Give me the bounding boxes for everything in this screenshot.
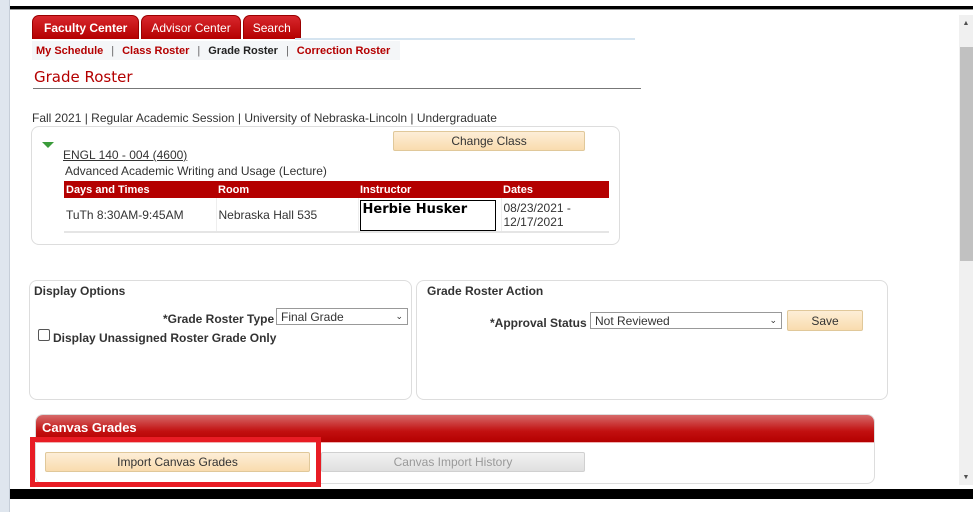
collapse-triangle-icon[interactable] bbox=[42, 142, 54, 148]
subnav-separator: | bbox=[285, 44, 289, 57]
scroll-up-arrow-icon[interactable]: ▲ bbox=[959, 15, 973, 31]
page-title: Grade Roster bbox=[34, 68, 133, 86]
approval-status-label: *Approval Status bbox=[490, 316, 587, 330]
room-cell: Nebraska Hall 535 bbox=[215, 198, 358, 233]
instructor-cell: Herbie Husker bbox=[357, 198, 501, 233]
chevron-down-icon: ⌄ bbox=[769, 315, 777, 325]
tab-underline bbox=[295, 38, 635, 40]
annotation-highlight-box bbox=[30, 437, 321, 487]
scroll-down-arrow-icon[interactable]: ▼ bbox=[959, 469, 973, 485]
bottom-border bbox=[10, 489, 973, 499]
instructor-name: Herbie Husker bbox=[359, 200, 496, 231]
roster-type-label: *Grade Roster Type bbox=[163, 312, 275, 326]
grade-roster-action-panel: Grade Roster Action *Approval Status Not… bbox=[416, 280, 888, 400]
unassigned-only-label: Display Unassigned Roster Grade Only bbox=[53, 331, 277, 345]
panel-title: Grade Roster Action bbox=[427, 284, 544, 298]
term-info: Fall 2021 | Regular Academic Session | U… bbox=[32, 111, 497, 125]
save-button[interactable]: Save bbox=[787, 310, 863, 331]
column-header: Days and Times bbox=[64, 181, 216, 198]
chevron-down-icon: ⌄ bbox=[395, 311, 403, 321]
meeting-table: Days and Times Room Instructor Dates TuT… bbox=[64, 181, 609, 233]
subnav-correction-roster[interactable]: Correction Roster bbox=[297, 45, 391, 57]
tab-faculty-center[interactable]: Faculty Center bbox=[32, 15, 140, 39]
top-border-shadow bbox=[10, 9, 973, 10]
sub-navigation: My Schedule | Class Roster | Grade Roste… bbox=[32, 41, 400, 60]
approval-status-select[interactable]: Not Reviewed ⌄ bbox=[590, 312, 782, 329]
vertical-scrollbar[interactable]: ▲ ▼ bbox=[959, 15, 973, 485]
change-class-button[interactable]: Change Class bbox=[393, 131, 585, 151]
display-options-panel: Display Options *Grade Roster Type Final… bbox=[29, 280, 412, 400]
subnav-my-schedule[interactable]: My Schedule bbox=[36, 45, 103, 57]
canvas-import-history-button[interactable]: Canvas Import History bbox=[321, 452, 585, 472]
scrollbar-thumb[interactable] bbox=[960, 47, 973, 261]
table-row: TuTh 8:30AM-9:45AM Nebraska Hall 535 Her… bbox=[64, 198, 609, 233]
unassigned-only-checkbox[interactable] bbox=[38, 329, 50, 341]
subnav-separator: | bbox=[111, 44, 115, 57]
selected-value: Final Grade bbox=[281, 309, 344, 324]
column-header: Dates bbox=[501, 181, 609, 198]
class-info-box: ENGL 140 - 004 (4600) Advanced Academic … bbox=[31, 126, 620, 245]
subnav-class-roster[interactable]: Class Roster bbox=[122, 45, 189, 57]
panel-title: Display Options bbox=[34, 284, 126, 298]
course-link[interactable]: ENGL 140 - 004 (4600) bbox=[63, 148, 187, 162]
table-header-row: Days and Times Room Instructor Dates bbox=[64, 181, 609, 198]
tab-label: Advisor Center bbox=[151, 20, 231, 35]
tab-search[interactable]: Search bbox=[242, 15, 301, 39]
title-divider bbox=[33, 88, 641, 89]
main-tabs: Faculty Center Advisor Center Search bbox=[32, 15, 301, 39]
tab-advisor-center[interactable]: Advisor Center bbox=[141, 15, 241, 39]
roster-type-select[interactable]: Final Grade ⌄ bbox=[276, 308, 408, 325]
subnav-separator: | bbox=[197, 44, 201, 57]
tab-label: Search bbox=[252, 20, 291, 35]
column-header: Room bbox=[216, 181, 358, 198]
column-header: Instructor bbox=[358, 181, 501, 198]
days-times-cell: TuTh 8:30AM-9:45AM bbox=[64, 198, 216, 233]
bottom-margin bbox=[10, 499, 973, 512]
subnav-grade-roster[interactable]: Grade Roster bbox=[208, 45, 278, 57]
course-description: Advanced Academic Writing and Usage (Lec… bbox=[65, 164, 327, 178]
dates-cell: 08/23/2021 - 12/17/2021 bbox=[500, 198, 609, 233]
tab-label: Faculty Center bbox=[44, 20, 128, 35]
window-left-edge bbox=[0, 0, 10, 512]
selected-value: Not Reviewed bbox=[595, 313, 670, 328]
